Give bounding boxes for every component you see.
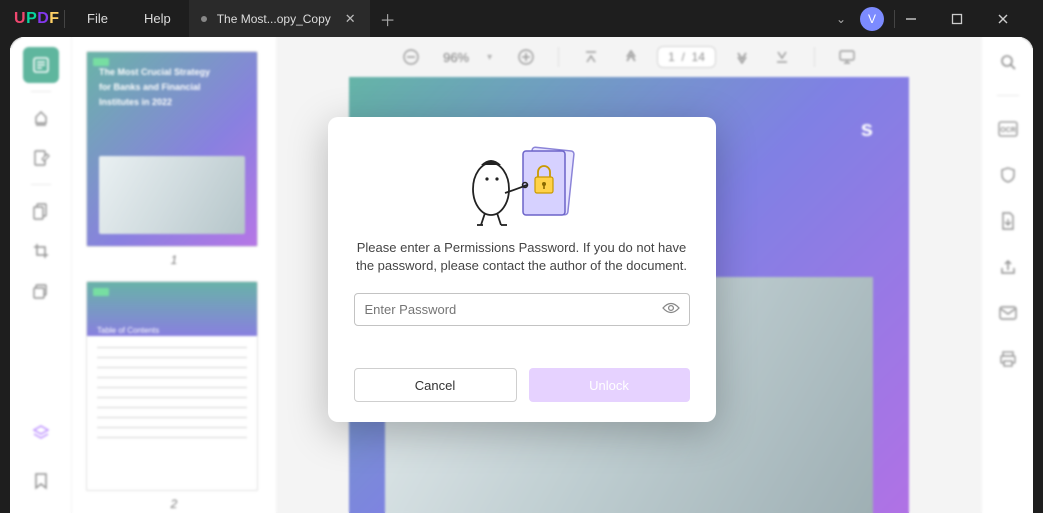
cancel-button[interactable]: Cancel bbox=[354, 368, 517, 402]
new-tab-button[interactable]: ＋ bbox=[370, 7, 406, 31]
password-dialog: Please enter a Permissions Password. If … bbox=[328, 117, 716, 422]
user-avatar[interactable]: V bbox=[860, 7, 884, 31]
divider bbox=[64, 10, 65, 28]
menu-help[interactable]: Help bbox=[126, 0, 189, 37]
app-logo: UPDF bbox=[0, 10, 60, 28]
tab-title: The Most...opy_Copy bbox=[217, 12, 331, 26]
divider bbox=[894, 10, 895, 28]
dialog-illustration bbox=[354, 141, 690, 229]
minimize-icon bbox=[905, 13, 917, 25]
password-input[interactable] bbox=[354, 293, 690, 326]
window-maximize-button[interactable] bbox=[951, 7, 991, 31]
dialog-message: Please enter a Permissions Password. If … bbox=[354, 239, 690, 275]
tab-close-icon[interactable]: ✕ bbox=[341, 11, 360, 27]
tabs-dropdown-icon[interactable]: ⌄ bbox=[828, 6, 854, 32]
window-minimize-button[interactable] bbox=[905, 7, 945, 31]
maximize-icon bbox=[951, 13, 963, 25]
lock-illustration-icon bbox=[457, 141, 587, 229]
document-tab[interactable]: The Most...opy_Copy ✕ bbox=[189, 0, 370, 37]
menu-file[interactable]: File bbox=[69, 0, 126, 37]
toggle-password-visibility-icon[interactable] bbox=[662, 301, 680, 315]
unlock-button[interactable]: Unlock bbox=[529, 368, 690, 402]
window-close-button[interactable] bbox=[997, 7, 1037, 31]
tab-indicator-icon bbox=[201, 16, 207, 22]
close-icon bbox=[997, 13, 1009, 25]
